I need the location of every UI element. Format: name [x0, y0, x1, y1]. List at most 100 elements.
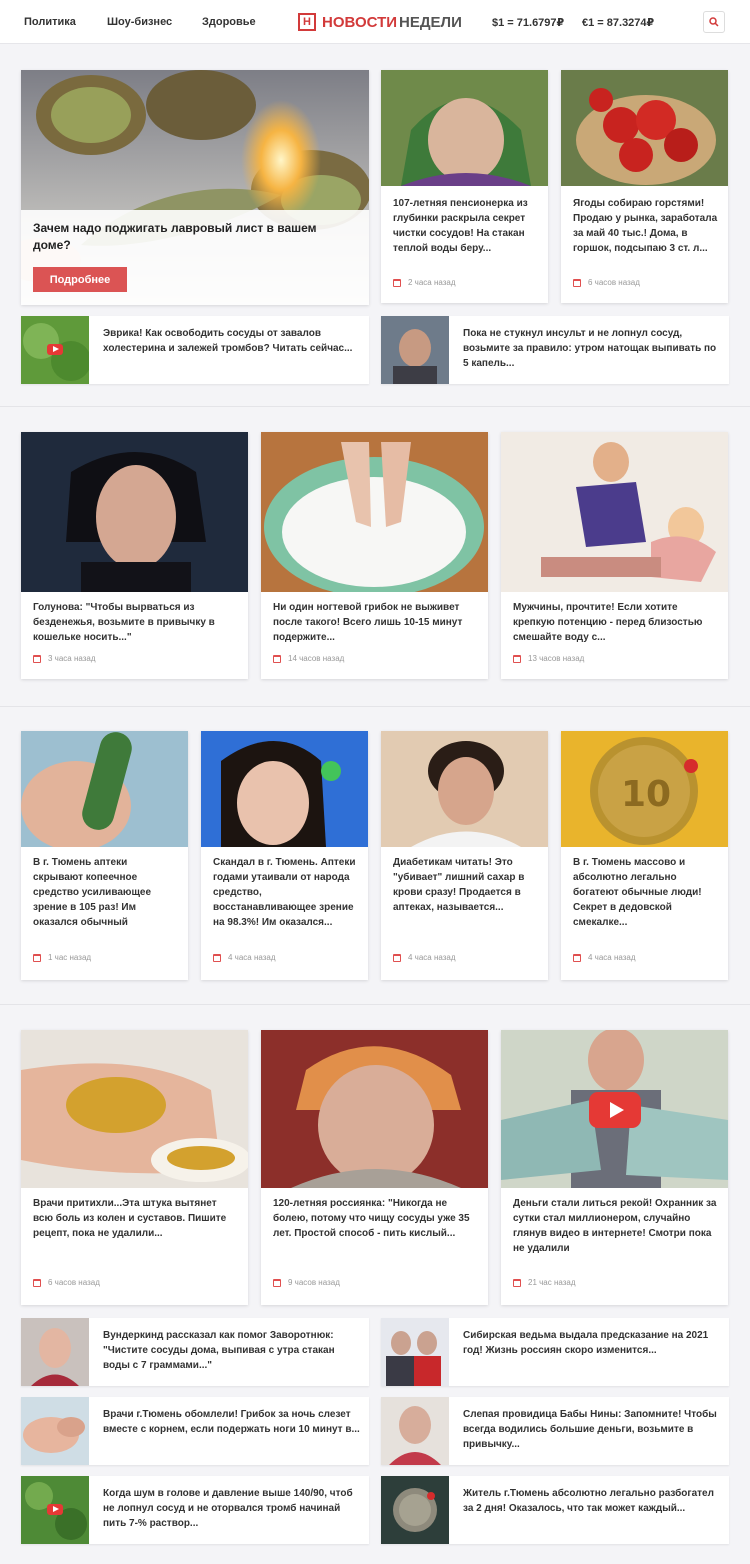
list-item-text[interactable]: Вундеркинд рассказал как помог Заворотню…	[103, 1328, 361, 1373]
article-time: 21 час назад	[513, 1278, 576, 1287]
article-time: 1 час назад	[33, 953, 91, 962]
list-item[interactable]: Житель г.Тюмень абсолютно легально разбо…	[381, 1476, 729, 1544]
list-item[interactable]: Врачи г.Тюмень обомлели! Грибок за ночь …	[21, 1397, 369, 1465]
article-image: 10	[561, 731, 728, 847]
logo-mark: Н	[298, 13, 316, 31]
article-card[interactable]: Ягоды собираю горстями! Продаю у рынка, …	[561, 70, 728, 303]
calendar-icon	[573, 953, 581, 962]
calendar-icon	[213, 953, 221, 962]
section-divider	[0, 406, 750, 407]
article-card[interactable]: 10 В г. Тюмень массово и абсолютно легал…	[561, 731, 728, 980]
list-item[interactable]: Эврика! Как освободить сосуды от завалов…	[21, 316, 369, 384]
article-time: 4 часа назад	[573, 953, 636, 962]
article-time: 9 часов назад	[273, 1278, 340, 1287]
article-card[interactable]: Ни один ногтевой грибок не выживет после…	[261, 432, 488, 679]
eur-rate: €1 = 87.3274₽	[582, 17, 655, 29]
list-item[interactable]: Когда шум в голове и давление выше 140/9…	[21, 1476, 369, 1544]
article-title[interactable]: 120-летняя россиянка: "Никогда не болею,…	[273, 1196, 478, 1241]
time-text: 21 час назад	[528, 1278, 576, 1287]
time-text: 2 часа назад	[408, 278, 456, 287]
section-divider	[0, 1004, 750, 1005]
article-image	[201, 731, 368, 847]
article-title[interactable]: Голунова: "Чтобы вырваться из безденежья…	[33, 600, 238, 645]
list-item-text[interactable]: Житель г.Тюмень абсолютно легально разбо…	[463, 1486, 721, 1516]
video-play-icon	[47, 344, 63, 355]
section-divider	[0, 706, 750, 707]
calendar-icon	[573, 278, 581, 287]
hero-title[interactable]: Зачем надо поджигать лавровый лист в ваш…	[33, 220, 353, 254]
list-item[interactable]: Слепая провидица Бабы Нины: Запомните! Ч…	[381, 1397, 729, 1465]
article-title[interactable]: Ягоды собираю горстями! Продаю у рынка, …	[573, 196, 718, 256]
time-text: 6 часов назад	[48, 1278, 100, 1287]
video-play-icon[interactable]	[589, 1092, 641, 1128]
article-title[interactable]: Деньги стали литься рекой! Охранник за с…	[513, 1196, 718, 1256]
article-card[interactable]: 107-летняя пенсионерка из глубинки раскр…	[381, 70, 548, 303]
time-text: 14 часов назад	[288, 654, 345, 663]
list-item[interactable]: Вундеркинд рассказал как помог Заворотню…	[21, 1318, 369, 1386]
article-card[interactable]: Мужчины, прочтите! Если хотите крепкую п…	[501, 432, 728, 679]
list-thumb	[381, 1476, 449, 1544]
article-time: 3 часа назад	[33, 654, 96, 663]
logo-text-1: НОВОСТИ	[322, 13, 398, 31]
article-card[interactable]: В г. Тюмень аптеки скрывают копеечное ср…	[21, 731, 188, 980]
list-thumb	[381, 1318, 449, 1386]
article-time: 4 часа назад	[393, 953, 456, 962]
list-item-text[interactable]: Пока не стукнул инсульт и не лопнул сосу…	[463, 326, 721, 371]
calendar-icon	[33, 654, 41, 663]
article-card[interactable]: Врачи притихли...Эта штука вытянет всю б…	[21, 1030, 248, 1305]
time-text: 9 часов назад	[288, 1278, 340, 1287]
list-item-text[interactable]: Слепая провидица Бабы Нины: Запомните! Ч…	[463, 1407, 721, 1452]
list-item-text[interactable]: Когда шум в голове и давление выше 140/9…	[103, 1486, 361, 1531]
nav-politics[interactable]: Политика	[24, 16, 76, 28]
article-image	[381, 731, 548, 847]
list-item-text[interactable]: Эврика! Как освободить сосуды от завалов…	[103, 326, 361, 356]
article-title[interactable]: В г. Тюмень массово и абсолютно легально…	[573, 855, 718, 930]
article-card[interactable]: Скандал в г. Тюмень. Аптеки годами утаив…	[201, 731, 368, 980]
list-item-text[interactable]: Сибирская ведьма выдала предсказание на …	[463, 1328, 721, 1358]
article-title[interactable]: Ни один ногтевой грибок не выживет после…	[273, 600, 478, 645]
article-image	[21, 432, 248, 592]
article-image	[501, 432, 728, 592]
time-text: 4 часа назад	[588, 953, 636, 962]
site-header: Политика Шоу-бизнес Здоровье Н НОВОСТИ Н…	[0, 0, 750, 44]
video-play-icon	[47, 1504, 63, 1515]
article-image	[381, 70, 548, 186]
time-text: 4 часа назад	[228, 953, 276, 962]
article-time: 2 часа назад	[393, 278, 456, 287]
list-thumb	[21, 1318, 89, 1386]
more-button[interactable]: Подробнее	[33, 267, 127, 292]
time-text: 6 часов назад	[588, 278, 640, 287]
article-title[interactable]: Диабетикам читать! Это "убивает" лишний …	[393, 855, 538, 915]
article-title[interactable]: Врачи притихли...Эта штука вытянет всю б…	[33, 1196, 238, 1241]
article-title[interactable]: В г. Тюмень аптеки скрывают копеечное ср…	[33, 855, 178, 930]
article-time: 4 часа назад	[213, 953, 276, 962]
time-text: 3 часа назад	[48, 654, 96, 663]
article-card[interactable]: Диабетикам читать! Это "убивает" лишний …	[381, 731, 548, 980]
article-title[interactable]: Скандал в г. Тюмень. Аптеки годами утаив…	[213, 855, 358, 930]
list-item[interactable]: Сибирская ведьма выдала предсказание на …	[381, 1318, 729, 1386]
calendar-icon	[33, 1278, 41, 1287]
list-thumb	[21, 1397, 89, 1465]
calendar-icon	[273, 654, 281, 663]
nav-showbiz[interactable]: Шоу-бизнес	[107, 16, 172, 28]
calendar-icon	[33, 953, 41, 962]
list-thumb	[381, 316, 449, 384]
article-title[interactable]: 107-летняя пенсионерка из глубинки раскр…	[393, 196, 538, 256]
list-item-text[interactable]: Врачи г.Тюмень обомлели! Грибок за ночь …	[103, 1407, 361, 1437]
article-time: 6 часов назад	[33, 1278, 100, 1287]
list-item[interactable]: Пока не стукнул инсульт и не лопнул сосу…	[381, 316, 729, 384]
logo-text-2: НЕДЕЛИ	[399, 13, 462, 31]
time-text: 13 часов назад	[528, 654, 585, 663]
site-logo[interactable]: Н НОВОСТИ НЕДЕЛИ	[298, 12, 462, 32]
hero-card[interactable]: Зачем надо поджигать лавровый лист в ваш…	[21, 70, 369, 305]
article-card[interactable]: Голунова: "Чтобы вырваться из безденежья…	[21, 432, 248, 679]
article-title[interactable]: Мужчины, прочтите! Если хотите крепкую п…	[513, 600, 718, 645]
svg-text:10: 10	[621, 774, 671, 815]
search-button[interactable]	[703, 11, 725, 33]
article-card[interactable]: 120-летняя россиянка: "Никогда не болею,…	[261, 1030, 488, 1305]
calendar-icon	[513, 654, 521, 663]
search-icon	[709, 17, 719, 27]
article-card[interactable]: Деньги стали литься рекой! Охранник за с…	[501, 1030, 728, 1305]
article-image	[21, 1030, 248, 1188]
nav-health[interactable]: Здоровье	[202, 16, 256, 28]
